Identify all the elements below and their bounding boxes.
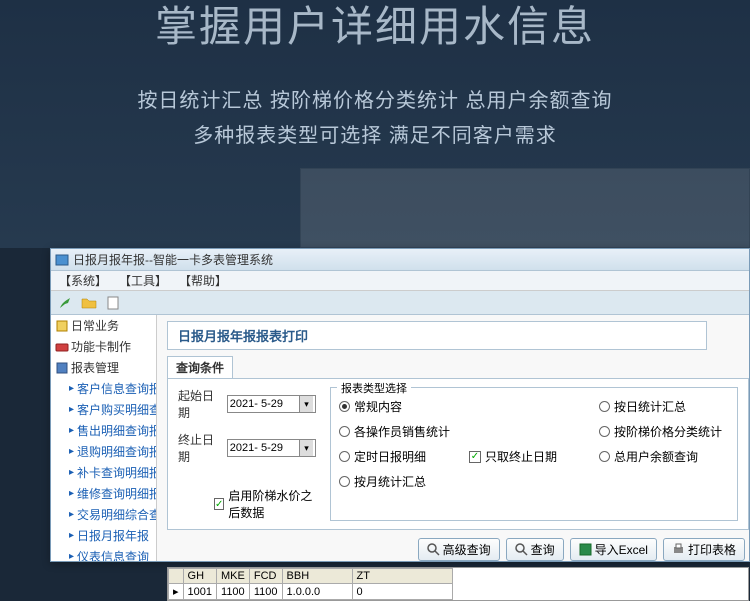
arrow-icon: ▸	[69, 551, 74, 561]
search-conditions: 查询条件 起始日期 2021- 5-29 ▾ 终止日期	[167, 356, 749, 530]
background-ghost-window	[300, 168, 750, 248]
query-button[interactable]: 查询	[506, 538, 564, 561]
result-table[interactable]: GH MKE FCD BBH ZT ▸ 1001 1100 1100 1.0.0…	[167, 567, 749, 601]
radio-timed-daily[interactable]: 定时日报明细	[339, 448, 469, 465]
sidebar-item-8[interactable]: ▸仪表信息查询	[65, 546, 156, 561]
sidebar-item-2[interactable]: ▸售出明细查询报	[65, 420, 156, 441]
print-button[interactable]: 打印表格	[663, 538, 745, 561]
arrow-icon: ▸	[69, 383, 74, 394]
col-mke[interactable]: MKE	[217, 569, 250, 584]
radio-icon	[339, 426, 350, 437]
sidebar-tree: 日常业务 功能卡制作 报表管理 ▸客户信息查询报 ▸客户购买明细查 ▸售出明细查…	[51, 315, 157, 561]
window-titlebar[interactable]: 日报月报年报--智能一卡多表管理系统	[51, 249, 749, 271]
sidebar-item-0[interactable]: ▸客户信息查询报	[65, 378, 156, 399]
table-header-row: GH MKE FCD BBH ZT	[169, 569, 453, 584]
col-fcd[interactable]: FCD	[249, 569, 282, 584]
end-date-input[interactable]: 2021- 5-29 ▾	[227, 439, 316, 457]
sidebar-report-children: ▸客户信息查询报 ▸客户购买明细查 ▸售出明细查询报 ▸退购明细查询报 ▸补卡查…	[51, 378, 156, 561]
search-header: 查询条件	[167, 356, 233, 379]
start-date-input[interactable]: 2021- 5-29 ▾	[227, 395, 316, 413]
radio-icon	[339, 476, 350, 487]
window-title: 日报月报年报--智能一卡多表管理系统	[73, 251, 273, 268]
sidebar-item-1[interactable]: ▸客户购买明细查	[65, 399, 156, 420]
search-icon	[515, 543, 528, 556]
panel-title: 日报月报年报报表打印	[167, 321, 707, 350]
print-icon	[672, 543, 685, 556]
tier-checkbox-row[interactable]: ✓ 启用阶梯水价之后数据	[214, 487, 316, 521]
promo-banner: 掌握用户详细用水信息 按日统计汇总 按阶梯价格分类统计 总用户余额查询 多种报表…	[0, 0, 750, 248]
card-icon	[55, 340, 69, 354]
row-handle[interactable]: ▸	[169, 584, 184, 600]
arrow-icon: ▸	[69, 467, 74, 478]
table-row[interactable]: ▸ 1001 1100 1100 1.0.0.0 0	[169, 584, 453, 600]
dropdown-icon[interactable]: ▾	[299, 440, 313, 456]
excel-icon	[579, 543, 592, 556]
radio-icon	[599, 401, 610, 412]
checkbox-icon[interactable]: ✓	[214, 498, 224, 510]
arrow-icon: ▸	[69, 425, 74, 436]
col-gh[interactable]: GH	[183, 569, 216, 584]
adv-query-button[interactable]: 高级查询	[418, 538, 500, 561]
report-group-title: 报表类型选择	[337, 380, 411, 396]
sidebar-item-5[interactable]: ▸维修查询明细报	[65, 483, 156, 504]
menubar: 【系统】 【工具】 【帮助】	[51, 271, 749, 291]
sidebar-item-4[interactable]: ▸补卡查询明细报	[65, 462, 156, 483]
radio-operator[interactable]: 各操作员销售统计	[339, 423, 469, 440]
radio-balance[interactable]: 总用户余额查询	[599, 448, 729, 465]
arrow-icon: ▸	[69, 509, 74, 520]
run-icon[interactable]	[57, 295, 73, 311]
sidebar-item-3[interactable]: ▸退购明细查询报	[65, 441, 156, 462]
promo-line2: 多种报表类型可选择 满足不同客户需求	[0, 119, 750, 148]
promo-title: 掌握用户详细用水信息	[0, 0, 750, 52]
toolbar	[51, 291, 749, 315]
report-type-group: 报表类型选择 常规内容 按日统计汇总 各操作员销售统计 按阶梯价格分类统计 定时…	[330, 387, 738, 521]
radio-icon	[599, 451, 610, 462]
main-panel: 日报月报年报报表打印 查询条件 起始日期 2021- 5-29 ▾	[157, 315, 749, 561]
radio-icon	[339, 401, 350, 412]
sidebar-item-7[interactable]: ▸日报月报年报	[65, 525, 156, 546]
folder-icon[interactable]	[81, 295, 97, 311]
radio-normal[interactable]: 常规内容	[339, 398, 469, 415]
radio-monthly-sum[interactable]: 按月统计汇总	[339, 473, 469, 490]
date-block: 起始日期 2021- 5-29 ▾ 终止日期 2021- 5-29	[178, 387, 316, 521]
col-zt[interactable]: ZT	[352, 569, 452, 584]
sidebar-item-6[interactable]: ▸交易明细综合查	[65, 504, 156, 525]
doc-icon[interactable]	[105, 295, 121, 311]
arrow-icon: ▸	[69, 530, 74, 541]
arrow-icon: ▸	[69, 488, 74, 499]
sidebar-card[interactable]: 功能卡制作	[51, 336, 156, 357]
report-icon	[55, 361, 69, 375]
row-handle-header	[169, 569, 184, 584]
end-date-label: 终止日期	[178, 431, 219, 465]
search-icon	[427, 543, 440, 556]
app-window: 日报月报年报--智能一卡多表管理系统 【系统】 【工具】 【帮助】 日常业务 功…	[50, 248, 750, 562]
menu-help[interactable]: 【帮助】	[179, 272, 227, 289]
dropdown-icon[interactable]: ▾	[299, 396, 313, 412]
sidebar-report-mgmt[interactable]: 报表管理	[51, 357, 156, 378]
book-icon	[55, 319, 69, 333]
export-excel-button[interactable]: 导入Excel	[570, 538, 657, 561]
radio-icon	[339, 451, 350, 462]
col-bbh[interactable]: BBH	[282, 569, 352, 584]
menu-tools[interactable]: 【工具】	[119, 272, 167, 289]
arrow-icon: ▸	[69, 404, 74, 415]
action-bar: 高级查询 查询 导入Excel 打印表格	[167, 538, 749, 561]
promo-line1: 按日统计汇总 按阶梯价格分类统计 总用户余额查询	[0, 84, 750, 113]
checkbox-icon: ✓	[469, 451, 481, 463]
radio-tier-price[interactable]: 按阶梯价格分类统计	[599, 423, 729, 440]
app-icon	[55, 253, 69, 267]
radio-daily-sum[interactable]: 按日统计汇总	[599, 398, 729, 415]
sidebar-daily[interactable]: 日常业务	[51, 315, 156, 336]
arrow-icon: ▸	[69, 446, 74, 457]
menu-system[interactable]: 【系统】	[59, 272, 107, 289]
start-date-label: 起始日期	[178, 387, 219, 421]
radio-icon	[599, 426, 610, 437]
only-end-date-checkbox[interactable]: ✓只取终止日期	[469, 448, 599, 465]
